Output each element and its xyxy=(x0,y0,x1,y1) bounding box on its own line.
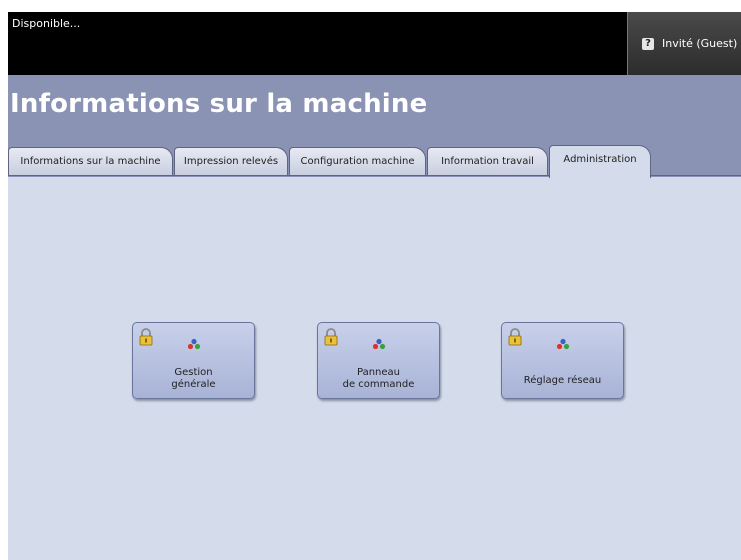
tab-billing-meters[interactable]: Impression relevés xyxy=(174,147,288,175)
button-label-line1: Réglage réseau xyxy=(523,375,602,386)
network-settings-button[interactable]: Réglage réseau xyxy=(501,322,624,399)
lock-icon xyxy=(508,328,522,346)
services-icon xyxy=(372,338,386,350)
status-text: Disponible... xyxy=(12,17,81,30)
lock-icon xyxy=(324,328,338,346)
status-bar: Disponible... ? Invité (Guest) xyxy=(8,12,741,75)
button-label-line1: Gestion xyxy=(174,367,213,378)
button-label-line1: Panneau xyxy=(356,367,400,378)
tab-machine-information[interactable]: Informations sur la machine xyxy=(8,147,173,175)
user-label: Invité (Guest) xyxy=(662,37,738,50)
button-label-line2: générale xyxy=(171,379,216,390)
user-login-button[interactable]: ? Invité (Guest) xyxy=(627,12,741,75)
services-icon xyxy=(556,338,570,350)
key-icon: ? xyxy=(642,38,654,50)
general-management-button[interactable]: Gestion générale xyxy=(132,322,255,399)
title-band: Informations sur la machine Informations… xyxy=(8,75,741,178)
services-icon xyxy=(187,338,201,350)
page-title: Informations sur la machine xyxy=(10,89,428,119)
tab-machine-configuration[interactable]: Configuration machine xyxy=(289,147,426,175)
tab-label: Administration xyxy=(563,154,637,165)
control-panel-button[interactable]: Panneau de commande xyxy=(317,322,440,399)
tab-label: Informations sur la machine xyxy=(20,156,161,167)
button-label-line2: de commande xyxy=(342,379,415,390)
device-screen: Disponible... ? Invité (Guest) Informati… xyxy=(8,12,741,560)
tab-label: Impression relevés xyxy=(183,156,279,167)
tab-administration[interactable]: Administration xyxy=(549,145,651,178)
lock-icon xyxy=(139,328,153,346)
tab-label: Information travail xyxy=(441,156,534,167)
tab-job-information[interactable]: Information travail xyxy=(427,147,548,175)
tab-label: Configuration machine xyxy=(300,156,415,167)
